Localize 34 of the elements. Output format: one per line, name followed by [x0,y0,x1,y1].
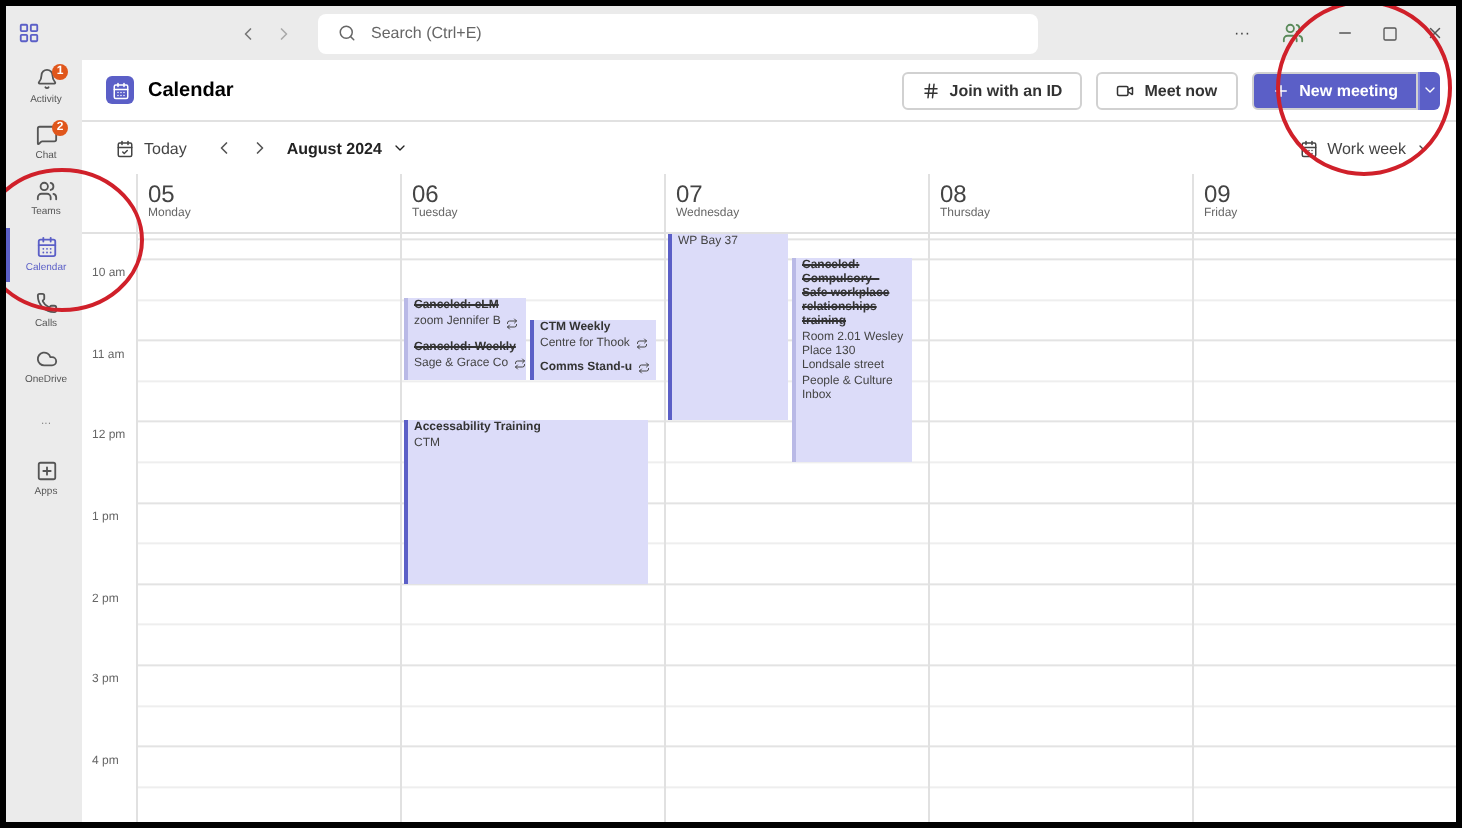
chat-icon [35,124,57,146]
repeat-icon [638,362,651,375]
app-logo-icon [18,22,40,44]
close-icon[interactable] [1426,24,1444,42]
dropdown-button[interactable] [1418,71,1440,109]
new-meeting-button[interactable]: New meeting [1251,71,1418,109]
hash-icon [921,81,940,99]
video-icon [1116,81,1135,99]
repeat-icon [635,338,648,351]
search-icon [337,24,355,42]
people-icon[interactable] [1282,22,1304,44]
plus-square-icon [35,460,57,482]
repeat-icon [506,317,519,330]
calendar-app-icon [106,76,134,104]
today-button[interactable]: Today [116,139,187,157]
people-icon [35,180,57,202]
chevron-down-icon [391,140,408,156]
bell-icon [35,68,57,90]
calendar-icon [116,139,134,157]
page-title: Calendar [148,79,236,101]
more-button[interactable]: ··· [1234,24,1250,42]
calendar-icon [35,236,57,258]
repeat-icon [514,358,527,371]
cloud-icon [35,348,57,370]
search-field[interactable]: Search (Ctrl+E) [317,13,1037,53]
join-button[interactable]: Join with an ID [901,71,1083,109]
calendar-icon [1299,139,1318,157]
phone-icon [35,292,57,314]
view-picker[interactable]: Work week [1299,139,1432,157]
meet-now-button[interactable]: Meet now [1096,71,1238,109]
plus-icon [1271,81,1290,99]
maximize-icon[interactable] [1382,25,1398,41]
month-picker[interactable]: August 2024 [286,139,408,157]
chevron-down-icon [1422,82,1438,98]
